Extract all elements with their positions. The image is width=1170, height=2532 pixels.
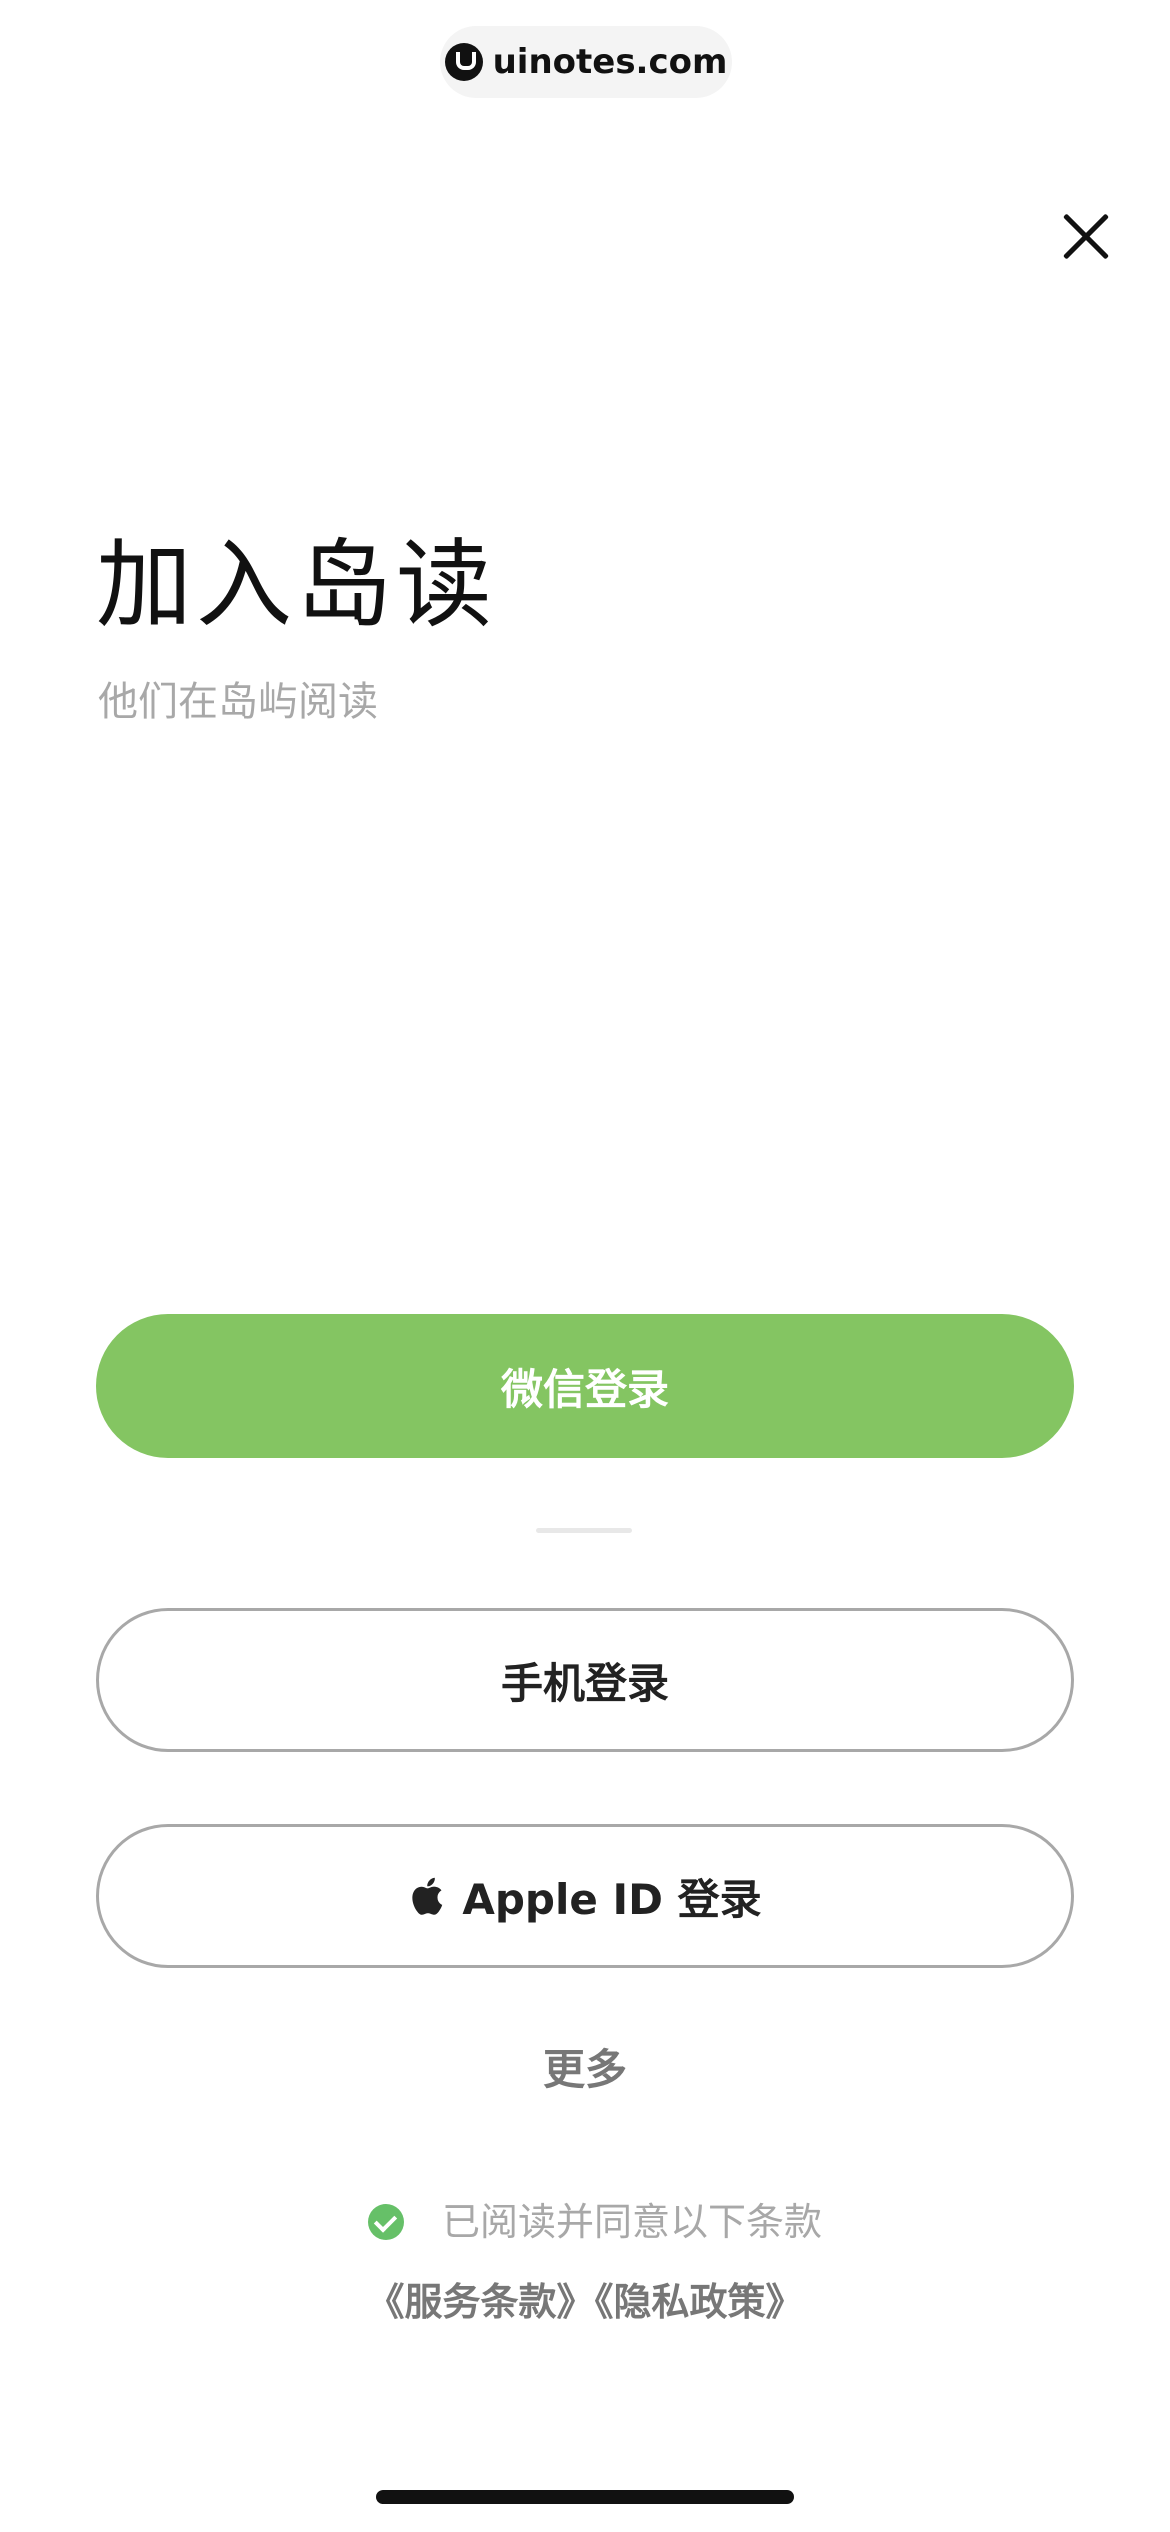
page-subtitle: 他们在岛屿阅读 (98, 679, 378, 725)
agreement-text: 已阅读并同意以下条款 (442, 2200, 823, 2244)
uinotes-logo-icon (444, 43, 483, 81)
terms-links: 《服务条款》《隐私政策》 (0, 2276, 1170, 2328)
watermark-badge: uinotes.com (440, 26, 732, 98)
agreement-row: 已阅读并同意以下条款 (368, 2196, 822, 2248)
more-options-link[interactable]: 更多 (0, 2040, 1170, 2100)
apple-id-login-button[interactable]: Apple ID 登录 (96, 1824, 1074, 1968)
watermark-text: uinotes.com (492, 42, 728, 82)
apple-id-login-label: Apple ID 登录 (462, 1874, 762, 1924)
home-indicator[interactable] (376, 2490, 794, 2504)
divider (536, 1528, 632, 1533)
phone-login-button[interactable]: 手机登录 (96, 1608, 1074, 1752)
checkmark-circle-icon[interactable] (368, 2204, 404, 2240)
apple-icon (412, 1877, 443, 1915)
privacy-policy-link[interactable]: 《隐私政策》 (595, 2280, 804, 2324)
close-icon[interactable] (1058, 208, 1114, 264)
page-title: 加入岛读 (96, 529, 496, 641)
phone-login-label: 手机登录 (500, 1658, 669, 1708)
wechat-login-button[interactable]: 微信登录 (96, 1314, 1074, 1458)
wechat-login-label: 微信登录 (500, 1364, 669, 1414)
service-terms-link[interactable]: 《服务条款》 (366, 2280, 594, 2324)
